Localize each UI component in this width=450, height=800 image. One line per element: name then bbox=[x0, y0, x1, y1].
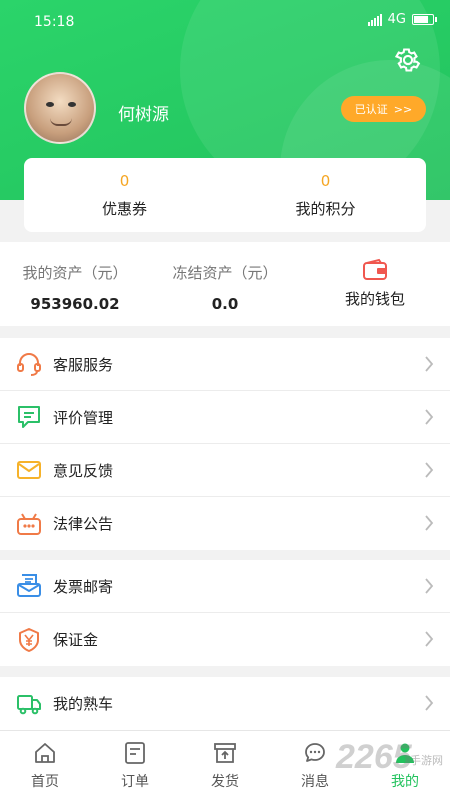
my-assets[interactable]: 我的资产（元） 953960.02 bbox=[14, 242, 136, 326]
headset-icon bbox=[17, 353, 41, 376]
my-assets-title: 我的资产（元） bbox=[22, 264, 128, 282]
tab-label: 首页 bbox=[31, 774, 59, 790]
wallet-label: 我的钱包 bbox=[344, 290, 405, 308]
menu-label: 评价管理 bbox=[53, 408, 114, 427]
tab-home[interactable]: 首页 bbox=[0, 731, 90, 800]
points-count: 0 bbox=[320, 172, 331, 190]
comment-icon bbox=[18, 406, 40, 428]
menu-label: 法律公告 bbox=[53, 515, 114, 533]
mail-icon bbox=[17, 461, 41, 479]
chevron-right-icon bbox=[425, 515, 434, 531]
chevron-right-icon bbox=[425, 462, 434, 478]
menu-item-invoice-mailing[interactable]: 发票邮寄 bbox=[0, 560, 450, 613]
username: 何树源 bbox=[118, 105, 169, 125]
menu-item-review-management[interactable]: 评价管理 bbox=[0, 391, 450, 444]
menu-group-vehicles: 我的熟车 bbox=[0, 677, 450, 730]
invoice-mail-icon bbox=[17, 574, 41, 597]
menu-group-service: 客服服务 评价管理 意见反馈 法律公告 bbox=[0, 338, 450, 550]
chevron-right-icon bbox=[425, 578, 434, 594]
menu-item-feedback[interactable]: 意见反馈 bbox=[0, 444, 450, 497]
status-time: 15:18 bbox=[34, 14, 75, 30]
tab-label: 订单 bbox=[121, 774, 149, 790]
network-label: 4G bbox=[387, 12, 406, 27]
my-assets-value: 953960.02 bbox=[30, 295, 120, 313]
frozen-assets[interactable]: 冻结资产（元） 0.0 bbox=[164, 242, 286, 326]
menu-item-deposit[interactable]: 保证金 bbox=[0, 613, 450, 666]
menu-item-customer-service[interactable]: 客服服务 bbox=[0, 338, 450, 391]
menu-label: 发票邮寄 bbox=[53, 577, 114, 596]
verified-badge[interactable]: 已认证 >> bbox=[341, 96, 426, 122]
menu-label: 保证金 bbox=[53, 631, 99, 649]
points-card: 0 优惠券 0 我的积分 bbox=[24, 158, 426, 232]
assets-section: 我的资产（元） 953960.02 冻结资产（元） 0.0 我的钱包 bbox=[0, 242, 450, 326]
tab-label: 发货 bbox=[211, 774, 239, 790]
coupons-label: 优惠券 bbox=[101, 200, 147, 218]
truck-icon bbox=[17, 694, 41, 714]
frozen-assets-value: 0.0 bbox=[211, 295, 239, 313]
battery-icon bbox=[412, 14, 437, 25]
status-bar: 15:18 4G bbox=[0, 0, 450, 44]
signal-icon bbox=[367, 13, 382, 26]
tab-ship[interactable]: 发货 bbox=[180, 731, 270, 800]
verified-label: 已认证 bbox=[354, 103, 388, 116]
robot-icon bbox=[17, 512, 41, 535]
coupons-count: 0 bbox=[119, 172, 130, 190]
chevron-right-icon bbox=[425, 695, 434, 711]
menu-label: 意见反馈 bbox=[53, 461, 114, 480]
chevron-right-icon bbox=[425, 356, 434, 372]
menu-item-my-familiar-vehicles[interactable]: 我的熟车 bbox=[0, 677, 450, 730]
home-icon bbox=[35, 743, 55, 763]
my-wallet[interactable]: 我的钱包 bbox=[325, 242, 425, 326]
chevron-right-icon bbox=[425, 409, 434, 425]
menu-label: 我的熟车 bbox=[53, 695, 114, 713]
menu-group-finance: 发票邮寄 保证金 bbox=[0, 560, 450, 666]
settings-gear-icon[interactable] bbox=[394, 46, 422, 74]
frozen-assets-title: 冻结资产（元） bbox=[172, 264, 278, 282]
menu-item-legal-notice[interactable]: 法律公告 bbox=[0, 497, 450, 550]
my-points-item[interactable]: 0 我的积分 bbox=[225, 158, 426, 232]
menu-label: 客服服务 bbox=[53, 355, 114, 374]
ship-icon bbox=[214, 743, 236, 763]
wallet-icon bbox=[363, 258, 387, 280]
message-icon bbox=[305, 743, 325, 762]
chevron-right-icon bbox=[425, 631, 434, 647]
user-avatar[interactable] bbox=[24, 72, 96, 144]
coupons-item[interactable]: 0 优惠券 bbox=[24, 158, 225, 232]
order-icon bbox=[125, 742, 145, 764]
tab-label: 消息 bbox=[301, 774, 329, 790]
verified-arrow: >> bbox=[393, 102, 413, 116]
watermark-text: 手游网 bbox=[410, 754, 443, 767]
tab-orders[interactable]: 订单 bbox=[90, 731, 180, 800]
watermark-logo: 2265 bbox=[336, 738, 412, 776]
points-label: 我的积分 bbox=[295, 200, 356, 218]
shield-yen-icon bbox=[19, 627, 39, 652]
